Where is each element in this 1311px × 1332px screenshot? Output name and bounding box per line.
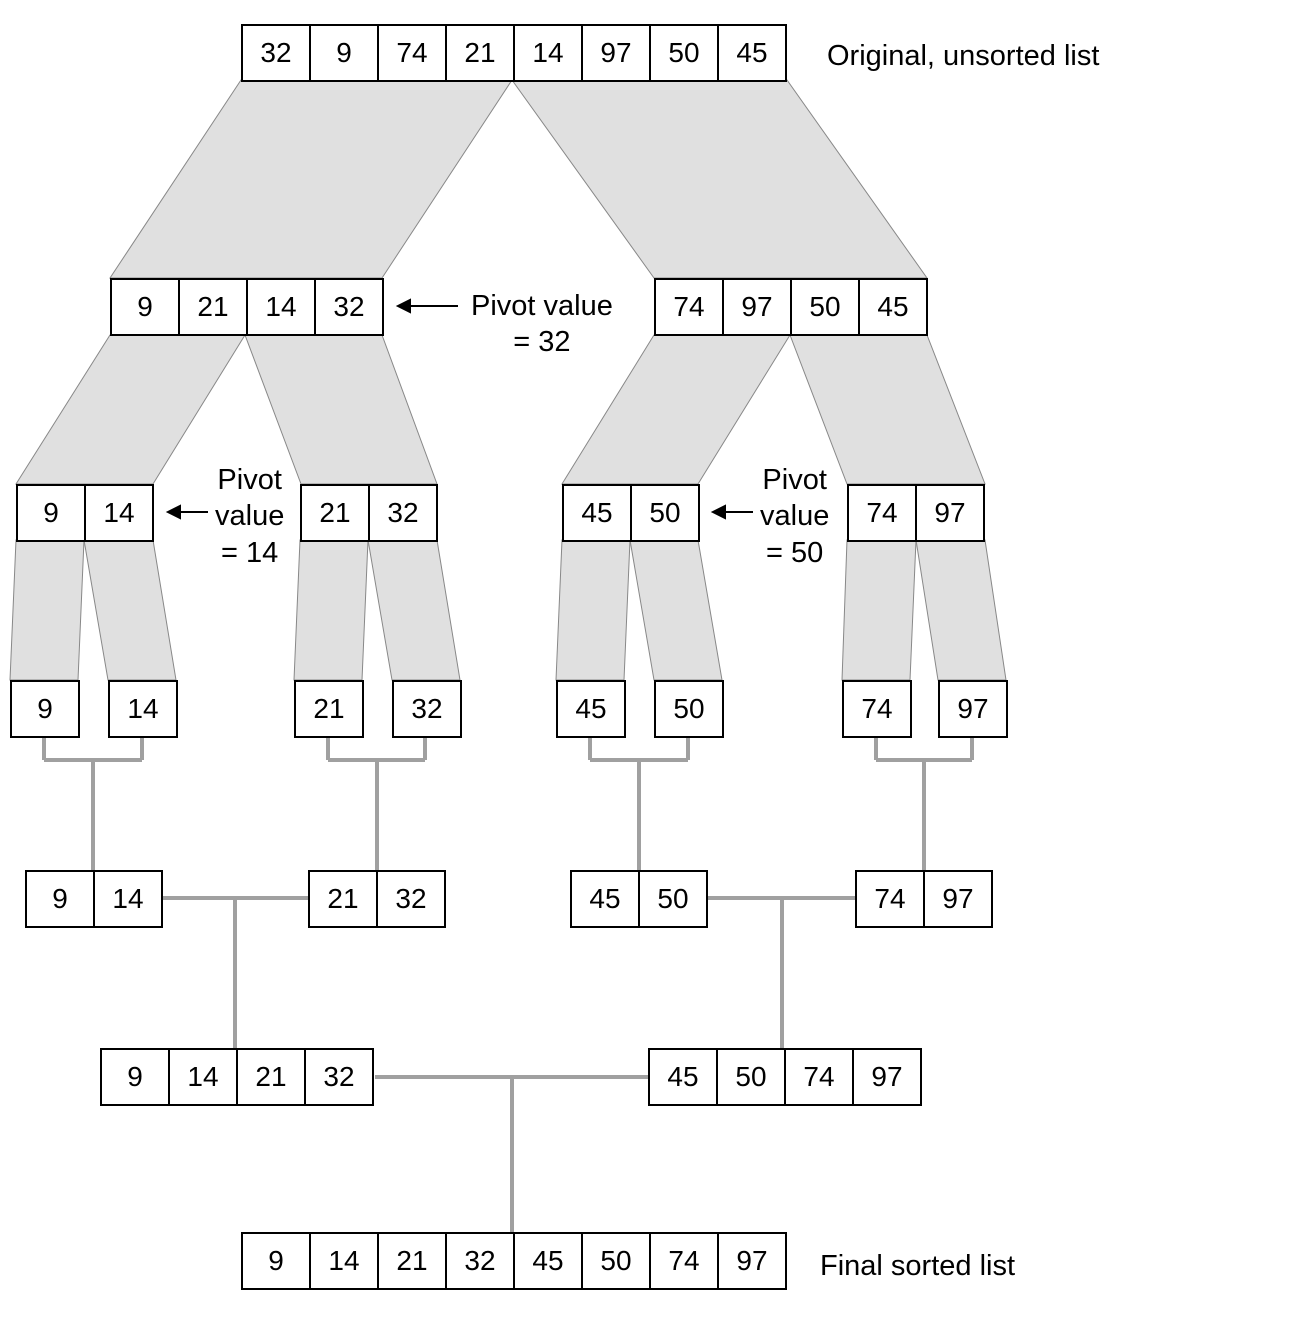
cell: 45 xyxy=(513,1232,583,1290)
cell: 32 xyxy=(314,278,384,336)
cell: 14 xyxy=(309,1232,379,1290)
cell: 32 xyxy=(445,1232,515,1290)
cell: 97 xyxy=(915,484,985,542)
cell: 14 xyxy=(93,870,163,928)
cell: 45 xyxy=(648,1048,718,1106)
text: Pivot xyxy=(762,464,826,496)
array-leaf-6: 74 xyxy=(842,680,912,738)
array-merge-d: 74 97 xyxy=(855,870,993,928)
cell: 74 xyxy=(847,484,917,542)
text: = 32 xyxy=(513,326,570,358)
cell: 32 xyxy=(376,870,446,928)
array-final: 9 14 21 32 45 50 74 97 xyxy=(241,1232,787,1290)
label-final: Final sorted list xyxy=(820,1248,1015,1284)
cell: 45 xyxy=(556,680,626,738)
array-l2-c: 45 50 xyxy=(562,484,700,542)
cell: 97 xyxy=(581,24,651,82)
label-original: Original, unsorted list xyxy=(827,38,1099,74)
cell: 50 xyxy=(649,24,719,82)
cell: 50 xyxy=(638,870,708,928)
array-l2-d: 74 97 xyxy=(847,484,985,542)
array-leaf-5: 50 xyxy=(654,680,724,738)
cell: 14 xyxy=(168,1048,238,1106)
cell: 14 xyxy=(84,484,154,542)
label-pivot-32: Pivot value = 32 xyxy=(471,288,613,361)
cell: 50 xyxy=(654,680,724,738)
cell: 50 xyxy=(716,1048,786,1106)
cell: 50 xyxy=(630,484,700,542)
cell: 74 xyxy=(784,1048,854,1106)
array-merge-left: 9 14 21 32 xyxy=(100,1048,374,1106)
array-l2-b: 21 32 xyxy=(300,484,438,542)
cell: 9 xyxy=(25,870,95,928)
label-pivot-50: Pivot value = 50 xyxy=(760,462,829,571)
array-original: 32 9 74 21 14 97 50 45 xyxy=(241,24,787,82)
array-leaf-2: 21 xyxy=(294,680,364,738)
cell: 97 xyxy=(717,1232,787,1290)
cell: 97 xyxy=(852,1048,922,1106)
cell: 45 xyxy=(717,24,787,82)
text: value xyxy=(760,500,829,532)
cell: 45 xyxy=(562,484,632,542)
cell: 21 xyxy=(445,24,515,82)
cell: 9 xyxy=(241,1232,311,1290)
cell: 21 xyxy=(236,1048,306,1106)
cell: 32 xyxy=(392,680,462,738)
text: Pivot xyxy=(217,464,281,496)
array-merge-a: 9 14 xyxy=(25,870,163,928)
cell: 9 xyxy=(16,484,86,542)
cell: 14 xyxy=(246,278,316,336)
text: value xyxy=(215,500,284,532)
cell: 74 xyxy=(842,680,912,738)
array-l1-left: 9 21 14 32 xyxy=(110,278,384,336)
cell: 97 xyxy=(923,870,993,928)
array-l1-right: 74 97 50 45 xyxy=(654,278,928,336)
cell: 32 xyxy=(304,1048,374,1106)
cell: 21 xyxy=(294,680,364,738)
label-pivot-14: Pivot value = 14 xyxy=(215,462,284,571)
array-l2-a: 9 14 xyxy=(16,484,154,542)
cell: 14 xyxy=(513,24,583,82)
array-leaf-0: 9 xyxy=(10,680,80,738)
text: = 50 xyxy=(766,537,823,569)
cell: 9 xyxy=(100,1048,170,1106)
array-leaf-7: 97 xyxy=(938,680,1008,738)
connector-lines xyxy=(0,0,1311,1332)
cell: 14 xyxy=(108,680,178,738)
cell: 50 xyxy=(790,278,860,336)
array-merge-c: 45 50 xyxy=(570,870,708,928)
array-leaf-3: 32 xyxy=(392,680,462,738)
quicksort-diagram: 32 9 74 21 14 97 50 45 Original, unsorte… xyxy=(0,0,1311,1332)
cell: 21 xyxy=(178,278,248,336)
cell: 74 xyxy=(377,24,447,82)
cell: 45 xyxy=(570,870,640,928)
cell: 21 xyxy=(300,484,370,542)
cell: 9 xyxy=(110,278,180,336)
array-merge-b: 21 32 xyxy=(308,870,446,928)
array-leaf-4: 45 xyxy=(556,680,626,738)
cell: 74 xyxy=(654,278,724,336)
cell: 21 xyxy=(308,870,378,928)
cell: 97 xyxy=(722,278,792,336)
cell: 9 xyxy=(10,680,80,738)
cell: 74 xyxy=(855,870,925,928)
cell: 74 xyxy=(649,1232,719,1290)
cell: 32 xyxy=(368,484,438,542)
cell: 9 xyxy=(309,24,379,82)
text: Pivot value xyxy=(471,290,613,322)
cell: 21 xyxy=(377,1232,447,1290)
cell: 32 xyxy=(241,24,311,82)
array-merge-right: 45 50 74 97 xyxy=(648,1048,922,1106)
cell: 97 xyxy=(938,680,1008,738)
array-leaf-1: 14 xyxy=(108,680,178,738)
cell: 50 xyxy=(581,1232,651,1290)
cell: 45 xyxy=(858,278,928,336)
text: = 14 xyxy=(221,537,278,569)
